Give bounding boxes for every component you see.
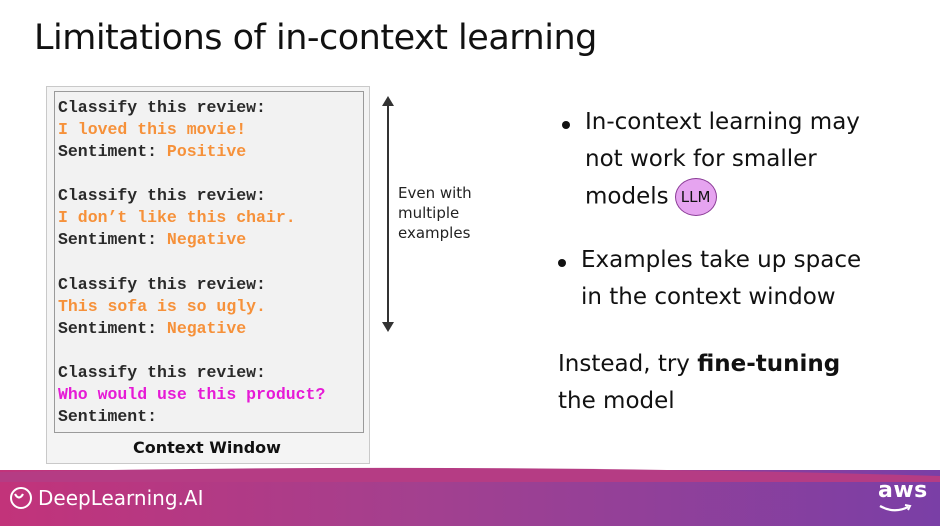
prompt-line: Sentiment: Negative — [58, 230, 246, 249]
prompt-line: Sentiment: — [58, 407, 157, 426]
deeplearning-ai-logo: DeepLearning.AI — [10, 486, 203, 510]
context-window-label: Context Window — [133, 438, 281, 457]
bullet-small-models: In-context learning may not work for sma… — [585, 104, 860, 216]
prompt-line: Sentiment: Positive — [58, 142, 246, 161]
examples-note: Even with multiple examples — [398, 183, 508, 243]
prompt-line: Who would use this product? — [58, 385, 325, 404]
arrow-down-icon — [382, 322, 394, 332]
prompt-sentiment-label: Sentiment: — [58, 230, 167, 249]
double-arrow-line — [387, 104, 389, 324]
prompt-instruction: Classify this review: — [58, 98, 266, 117]
llm-badge: LLM — [674, 178, 717, 216]
fine-tuning-suggestion: Instead, try fine-tuning the model — [558, 346, 840, 420]
prompt-instruction: Classify this review: — [58, 186, 266, 205]
prompt-sentiment-value: Positive — [166, 142, 247, 161]
prompt-review: I don’t like this chair. — [58, 208, 296, 227]
examples-note-line: Even with — [398, 184, 472, 202]
aws-smile-icon — [879, 504, 912, 512]
prompt-sentiment-value: Negative — [166, 230, 247, 249]
prompt-sentiment-label: Sentiment: — [58, 142, 167, 161]
prompt-line: I don’t like this chair. — [58, 208, 296, 227]
prompt-review-query: Who would use this product? — [58, 385, 326, 404]
bullet-text-line: models LLM — [585, 178, 860, 216]
bullet-text-line: not work for smaller — [585, 146, 817, 172]
bullet-context-space: Examples take up space in the context wi… — [581, 242, 861, 316]
prompt-sentiment-label: Sentiment: — [58, 407, 158, 426]
brand-name: DeepLearning.AI — [38, 486, 204, 510]
bullet-text-line: Examples take up space — [581, 247, 862, 273]
prompt-sentiment-label: Sentiment: — [58, 319, 167, 338]
prompt-instruction: Classify this review: — [58, 363, 266, 382]
prompt-review: I loved this movie! — [58, 120, 247, 139]
prompt-line: Classify this review: — [58, 363, 266, 382]
footer-wave — [0, 467, 940, 482]
bullet-text-models: models — [585, 183, 669, 210]
slide-title: Limitations of in-context learning — [34, 18, 597, 58]
examples-note-line: examples — [398, 224, 471, 242]
bullet-text-line: In-context learning may — [585, 109, 860, 135]
prompt-review: This sofa is so ugly. — [58, 297, 266, 316]
prompt-sentiment-value: Negative — [166, 319, 247, 338]
suggestion-line: the model — [558, 388, 675, 414]
prompt-line: Classify this review: — [58, 98, 266, 117]
suggestion-emphasis: fine-tuning — [697, 351, 841, 377]
bullet-text-line: in the context window — [581, 284, 836, 310]
examples-note-line: multiple — [398, 204, 460, 222]
prompt-line: Classify this review: — [58, 275, 266, 294]
prompt-line: I loved this movie! — [58, 120, 246, 139]
suggestion-line: Instead, try fine-tuning — [558, 346, 840, 383]
deeplearning-logo-icon — [10, 487, 32, 509]
bullet-dot-icon — [558, 259, 566, 267]
aws-logo: aws — [878, 478, 928, 503]
prompt-line: This sofa is so ugly. — [58, 297, 266, 316]
bullet-dot-icon — [562, 121, 570, 129]
prompt-instruction: Classify this review: — [58, 275, 266, 294]
suggestion-prefix: Instead, try — [558, 351, 698, 377]
prompt-line: Sentiment: Negative — [58, 319, 246, 338]
prompt-line: Classify this review: — [58, 186, 266, 205]
